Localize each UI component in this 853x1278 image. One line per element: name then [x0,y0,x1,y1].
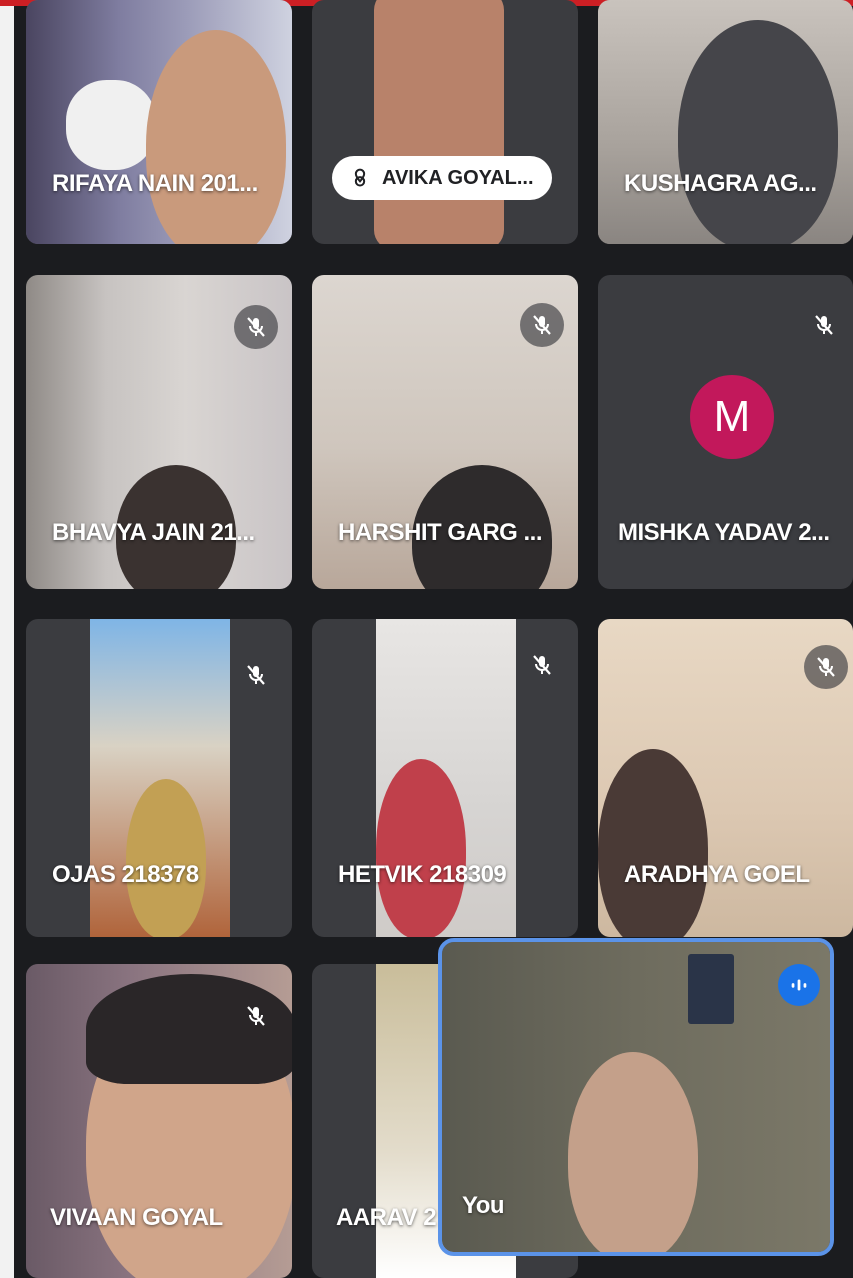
left-edge-strip [0,6,14,1278]
mic-off-icon [817,657,835,677]
stuffed-toy [66,80,156,170]
person-figure [374,0,504,244]
participant-tile[interactable]: ARADHYA GOEL [598,619,853,937]
muted-indicator [234,305,278,349]
participant-tile[interactable]: M MISHKA YADAV 2... [598,275,853,589]
mic-off-icon [247,1006,265,1026]
person-figure [598,749,708,937]
mic-off-icon [815,315,833,335]
participant-name: AVIKA GOYAL... [382,166,534,189]
participant-name: BHAVYA JAIN 21... [52,519,255,546]
muted-indicator [804,645,848,689]
muted-indicator [520,643,564,687]
person-figure [126,779,206,937]
mic-off-icon [533,655,551,675]
person-figure [376,759,466,937]
participant-tile[interactable]: VIVAAN GOYAL [26,964,292,1278]
mic-off-icon [247,317,265,337]
participant-name: RIFAYA NAIN 201... [52,170,258,197]
mic-off-icon [247,665,265,685]
muted-indicator [802,303,846,347]
pinned-name-label[interactable]: AVIKA GOYAL... [332,156,552,200]
participant-tile[interactable]: RIFAYA NAIN 201... [26,0,292,244]
participant-name: AARAV 2 [336,1204,437,1231]
participant-name: OJAS 218378 [52,861,199,888]
participant-tile[interactable]: OJAS 218378 [26,619,292,937]
self-view-highlight [438,938,834,1256]
mic-off-icon [533,315,551,335]
participant-tile[interactable]: KUSHAGRA AG... [598,0,853,244]
participant-tile[interactable]: AVIKA GOYAL... [312,0,578,244]
person-figure [678,20,838,244]
participant-tile[interactable]: BHAVYA JAIN 21... [26,275,292,589]
participant-name: ARADHYA GOEL [624,861,810,888]
muted-indicator [520,303,564,347]
participant-name: VIVAAN GOYAL [50,1204,223,1231]
participant-name: MISHKA YADAV 2... [618,519,830,546]
participant-name: KUSHAGRA AG... [624,170,817,197]
muted-indicator [234,653,278,697]
participant-tile[interactable]: HETVIK 218309 [312,619,578,937]
participant-name: HARSHIT GARG ... [338,519,543,546]
pin-icon [354,168,366,187]
person-figure [146,30,286,244]
participant-name: HETVIK 218309 [338,861,507,888]
participant-tile[interactable]: HARSHIT GARG ... [312,275,578,589]
muted-indicator [234,994,278,1038]
avatar: M [690,375,774,459]
